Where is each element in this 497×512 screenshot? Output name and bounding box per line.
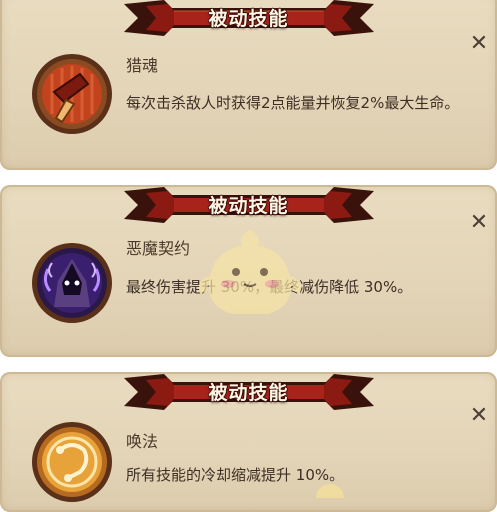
- hammer-icon: [30, 52, 114, 136]
- skill-description: 所有技能的冷却缩减提升 10%。: [126, 466, 345, 484]
- skill-description: 最终伤害提升 30%，最终减伤降低 30%。: [126, 278, 413, 296]
- banner-title: 被动技能: [208, 195, 289, 217]
- skill-name: 恶魔契约: [126, 239, 191, 258]
- skill-panel-1: 被动技能 ✕ 猎魂 每次击杀敌人时获得2点能量并恢复2%最大生命。: [0, 0, 497, 170]
- close-icon[interactable]: ✕: [469, 405, 489, 427]
- banner-title: 被动技能: [208, 8, 289, 30]
- close-icon[interactable]: ✕: [469, 33, 489, 55]
- hooded-demon-icon: [30, 241, 114, 325]
- banner-title: 被动技能: [208, 382, 289, 404]
- close-icon[interactable]: ✕: [469, 212, 489, 234]
- skill-name: 猎魂: [126, 56, 159, 75]
- panel-banner: 被动技能: [123, 185, 374, 225]
- skill-description: 每次击杀敌人时获得2点能量并恢复2%最大生命。: [126, 94, 460, 112]
- skill-name: 唤法: [126, 432, 159, 451]
- panel-banner: 被动技能: [123, 0, 374, 38]
- skill-panel-3: 被动技能 ✕ 唤法 所有技能的冷却缩减提升 10%。: [0, 372, 497, 512]
- panel-banner: 被动技能: [123, 372, 374, 412]
- golden-rune-icon: [30, 420, 114, 504]
- mascot-watermark: [198, 226, 302, 318]
